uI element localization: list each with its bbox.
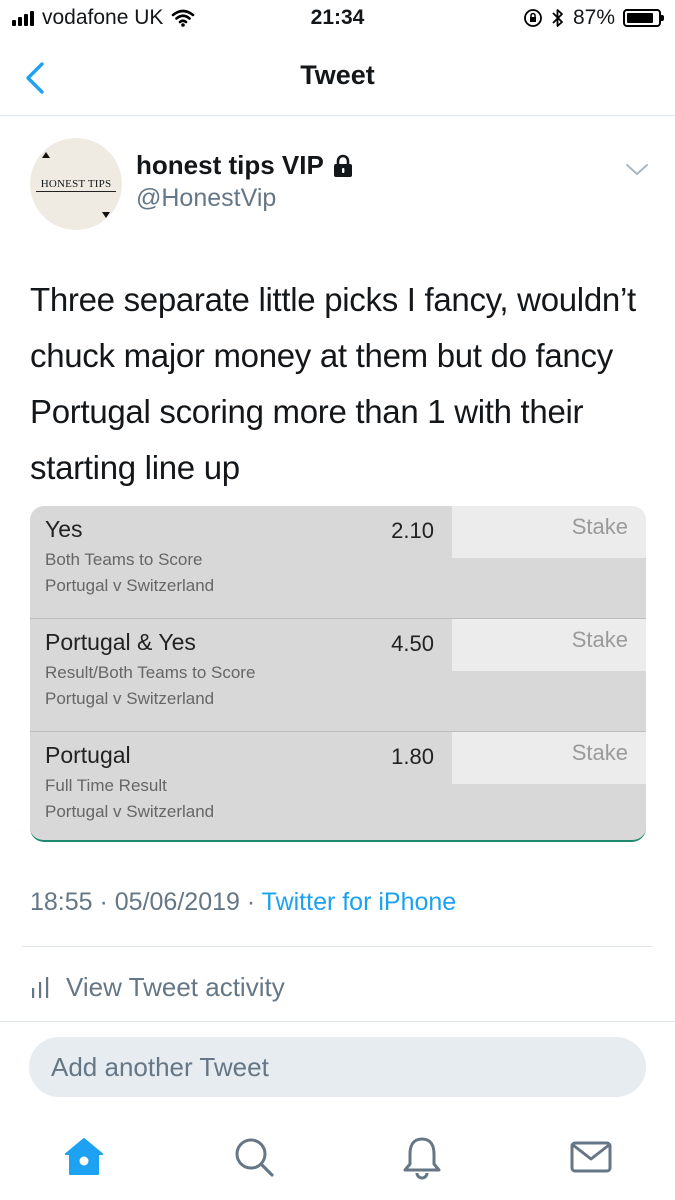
bet-event: Portugal v Switzerland [45, 576, 215, 595]
status-right: 87% [523, 6, 664, 30]
bet-event: Portugal v Switzerland [45, 802, 215, 821]
bet-row: Portugal & Yes Result/Both Teams to Scor… [30, 619, 646, 732]
bar-chart-icon [32, 976, 49, 998]
view-activity-label: View Tweet activity [66, 972, 285, 1002]
bet-odds: 2.10 [391, 518, 434, 543]
nav-bar: Tweet [0, 40, 675, 116]
status-bar: vodafone UK 21:34 87% [0, 0, 675, 40]
battery-percent: 87% [572, 6, 615, 29]
display-name-text: honest tips VIP [136, 150, 324, 180]
rotation-lock-icon [524, 9, 542, 27]
bet-market: Full Time Result [45, 776, 167, 795]
divider [0, 1021, 675, 1022]
user-handle[interactable]: @HonestVip [136, 184, 276, 213]
stake-field: Stake [452, 732, 646, 784]
reply-input[interactable] [51, 1037, 621, 1097]
tweet-text: Three separate little picks I fancy, wou… [30, 281, 636, 486]
stake-placeholder: Stake [571, 627, 628, 652]
bet-event: Portugal v Switzerland [45, 689, 215, 708]
bluetooth-icon [552, 9, 563, 27]
stake-placeholder: Stake [571, 740, 628, 765]
tab-bar [0, 1112, 675, 1200]
reply-box[interactable] [29, 1037, 646, 1097]
bet-odds: 1.80 [391, 744, 434, 769]
lock-icon [333, 154, 352, 177]
view-activity-button[interactable]: View Tweet activity [30, 972, 285, 1003]
bet-row: Portugal Full Time Result Portugal v Swi… [30, 732, 646, 840]
page-title: Tweet [300, 60, 375, 90]
stake-field: Stake [452, 506, 646, 558]
tweet-meta: 18:55 · 05/06/2019 · Twitter for iPhone [30, 888, 456, 917]
bet-odds: 4.50 [391, 631, 434, 656]
bet-row: Yes Both Teams to Score Portugal v Switz… [30, 506, 646, 619]
divider [22, 946, 652, 947]
bet-selection: Portugal [45, 742, 131, 768]
avatar[interactable]: HONEST TIPS [30, 138, 122, 230]
home-icon[interactable] [61, 1134, 107, 1180]
avatar-logo-text: HONEST TIPS [40, 178, 112, 190]
tweet-timestamp: 18:55 · 05/06/2019 · [30, 888, 262, 916]
chevron-down-icon[interactable] [624, 160, 650, 180]
bet-market: Both Teams to Score [45, 550, 203, 569]
display-name[interactable]: honest tips VIP [136, 150, 354, 181]
notifications-icon[interactable] [399, 1134, 445, 1180]
bet-market: Result/Both Teams to Score [45, 663, 256, 682]
betslip-image[interactable]: Yes Both Teams to Score Portugal v Switz… [30, 506, 646, 842]
stake-field: Stake [452, 619, 646, 671]
stake-placeholder: Stake [571, 514, 628, 539]
source-link[interactable]: Twitter for iPhone [262, 888, 457, 916]
battery-icon [623, 9, 664, 27]
messages-icon[interactable] [568, 1134, 614, 1180]
bet-selection: Yes [45, 516, 83, 542]
bet-selection: Portugal & Yes [45, 629, 196, 655]
search-icon[interactable] [231, 1134, 277, 1180]
